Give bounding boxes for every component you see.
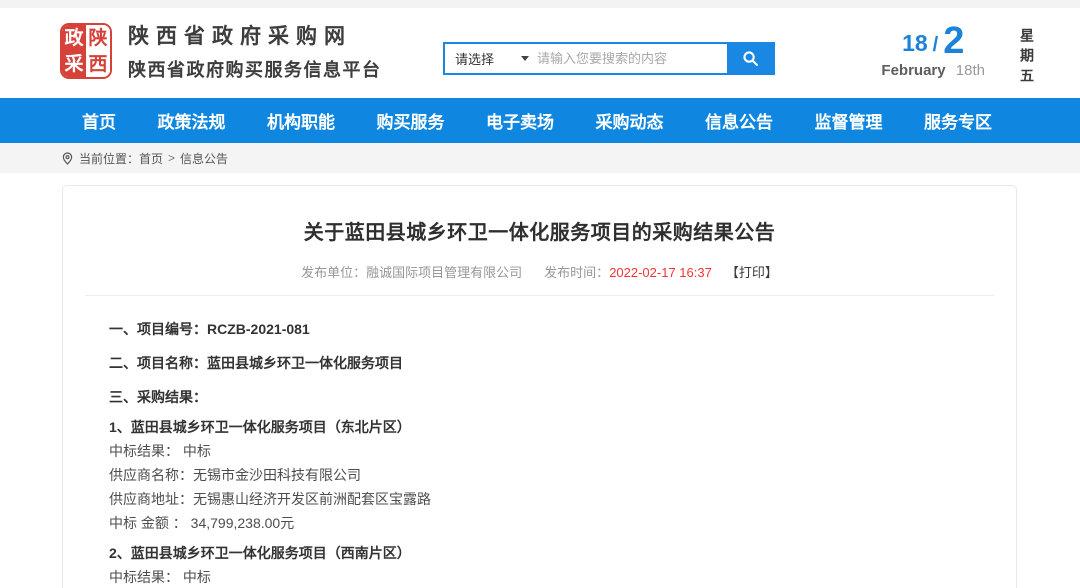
seal-char: 陕	[86, 25, 110, 51]
seal-char: 政	[62, 25, 86, 51]
date-ordinal: 18th	[956, 62, 985, 79]
lot1-title-line: 1、蓝田县城乡环卫一体化服务项目（东北片区）	[109, 420, 996, 435]
project-name-line: 二、项目名称：蓝田县城乡环卫一体化服务项目	[109, 356, 996, 371]
announcement-card: 关于蓝田县城乡环卫一体化服务项目的采购结果公告 发布单位：融诚国际项目管理有限公…	[62, 185, 1017, 588]
publisher-label: 发布单位：	[301, 265, 366, 280]
breadcrumb-home-link[interactable]: 首页	[139, 150, 163, 167]
weekday-label: 星期五	[1020, 28, 1034, 88]
site-subtitle: 陕西省政府购买服务信息平台	[128, 56, 382, 82]
date-month-number: 2	[943, 24, 964, 58]
publish-time-label: 发布时间：	[544, 265, 609, 280]
location-pin-icon	[62, 152, 73, 165]
top-strip	[0, 0, 1080, 8]
date-block: 18 / 2 February 18th	[881, 24, 985, 79]
site-titles: 陕西省政府采购网 陕西省政府购买服务信息平台	[128, 20, 382, 82]
search-input[interactable]	[537, 44, 727, 73]
divider	[85, 295, 994, 296]
logo-seal-icon: 政 采 陕 西	[60, 23, 112, 79]
nav-item-home[interactable]: 首页	[82, 108, 116, 133]
nav-item-announcements[interactable]: 信息公告	[705, 108, 773, 133]
nav-item-procurement-news[interactable]: 采购动态	[596, 108, 664, 133]
chevron-down-icon	[521, 56, 529, 61]
content-area: 关于蓝田县城乡环卫一体化服务项目的采购结果公告 发布单位：融诚国际项目管理有限公…	[0, 173, 1080, 588]
result-heading-line: 三、采购结果：	[109, 390, 996, 405]
date-month-name: February	[881, 62, 945, 79]
search-button[interactable]	[727, 44, 773, 73]
nav-item-service-zone[interactable]: 服务专区	[924, 108, 992, 133]
lot1-result-line: 中标结果： 中标	[109, 444, 996, 459]
breadcrumb-separator: >	[168, 151, 175, 165]
nav-item-supervision[interactable]: 监督管理	[815, 108, 883, 133]
article-title: 关于蓝田县城乡环卫一体化服务项目的采购结果公告	[83, 216, 996, 245]
search-select-label: 请选择	[455, 49, 494, 68]
seal-char: 西	[86, 51, 110, 77]
site-logo[interactable]: 政 采 陕 西 陕西省政府采购网 陕西省政府购买服务信息平台	[60, 20, 382, 82]
lot1-address-line: 供应商地址：无锡惠山经济开发区前洲配套区宝露路	[109, 492, 996, 507]
search-box: 请选择	[443, 42, 775, 75]
publish-time: 2022-02-17 16:37	[609, 265, 712, 280]
breadcrumb-current: 信息公告	[180, 150, 228, 167]
lot1-supplier-line: 供应商名称：无锡市金沙田科技有限公司	[109, 468, 996, 483]
nav-item-policies[interactable]: 政策法规	[158, 108, 226, 133]
nav-item-purchase-services[interactable]: 购买服务	[377, 108, 445, 133]
search-icon	[742, 50, 759, 67]
date-slash: /	[933, 35, 939, 58]
date-day: 18	[902, 32, 928, 58]
breadcrumb-label: 当前位置：	[79, 150, 139, 167]
print-button[interactable]: 【打印】	[726, 265, 778, 280]
date-numeric: 18 / 2	[881, 24, 985, 58]
publish-info-row: 发布单位：融诚国际项目管理有限公司 发布时间：2022-02-17 16:37 【打…	[83, 262, 996, 281]
lot2-result-line: 中标结果： 中标	[109, 570, 996, 585]
nav-item-functions[interactable]: 机构职能	[267, 108, 335, 133]
date-text: February 18th	[881, 62, 985, 79]
site-title: 陕西省政府采购网	[128, 20, 382, 50]
search-category-select[interactable]: 请选择	[445, 44, 537, 73]
publisher-name: 融诚国际项目管理有限公司	[366, 265, 522, 280]
site-header: 政 采 陕 西 陕西省政府采购网 陕西省政府购买服务信息平台 请选择	[0, 8, 1080, 98]
article-body: 一、项目编号：RCZB-2021-081 二、项目名称：蓝田县城乡环卫一体化服务…	[83, 322, 996, 588]
lot1-amount-line: 中标 金额 ： 34,799,238.00元	[109, 516, 996, 531]
nav-item-e-marketplace[interactable]: 电子卖场	[486, 108, 554, 133]
breadcrumb: 当前位置： 首页 > 信息公告	[0, 143, 1080, 173]
project-number-line: 一、项目编号：RCZB-2021-081	[109, 322, 996, 337]
page: 政 采 陕 西 陕西省政府采购网 陕西省政府购买服务信息平台 请选择	[0, 0, 1080, 588]
main-nav: 首页 政策法规 机构职能 购买服务 电子卖场 采购动态 信息公告 监督管理 服务…	[0, 98, 1080, 143]
seal-char: 采	[62, 51, 86, 77]
lot2-title-line: 2、蓝田县城乡环卫一体化服务项目（西南片区）	[109, 546, 996, 561]
